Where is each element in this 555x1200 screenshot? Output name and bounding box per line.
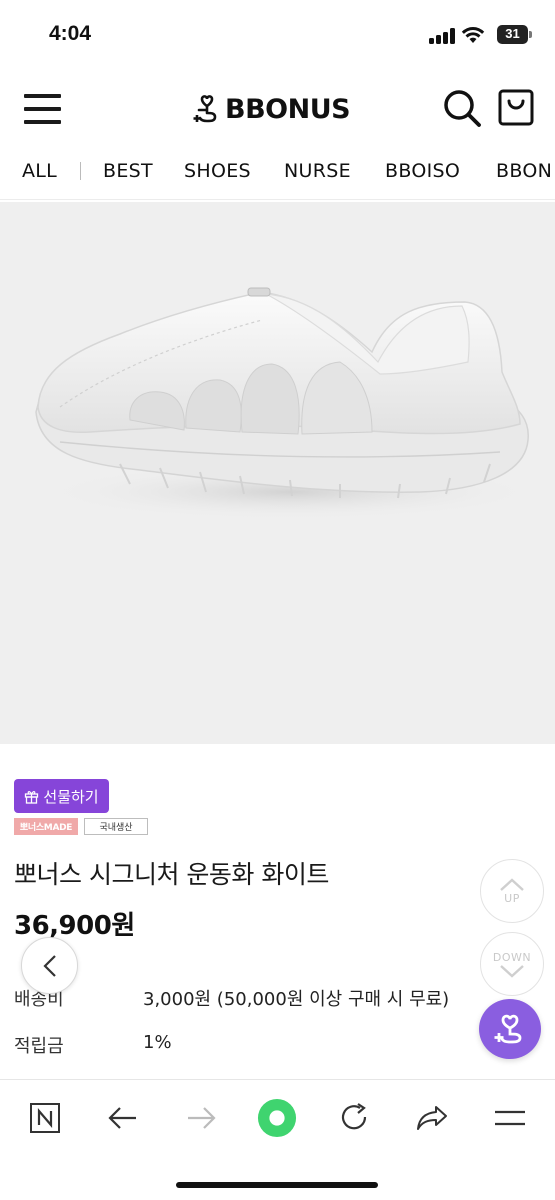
- category-best[interactable]: BEST: [103, 160, 153, 182]
- forward-arrow-icon[interactable]: [181, 1100, 221, 1136]
- hamburger-menu-icon[interactable]: [24, 94, 61, 124]
- share-icon[interactable]: [412, 1100, 452, 1136]
- made-badge: 뽀너스MADE: [14, 818, 78, 835]
- chevron-left-icon: [42, 954, 56, 977]
- scroll-up-label: UP: [504, 891, 520, 905]
- menu-lines-icon[interactable]: [490, 1100, 530, 1136]
- status-bar: 4:04 31: [0, 0, 555, 70]
- chevron-up-icon: [500, 877, 524, 891]
- cellular-signal-icon: [429, 28, 455, 44]
- status-time: 4:04: [49, 22, 92, 45]
- points-value: 1%: [143, 1032, 172, 1053]
- wifi-icon: [461, 27, 485, 43]
- bbonus-heart-plus-icon: [494, 1014, 522, 1044]
- bbonus-logo-mark-icon: [193, 95, 217, 123]
- product-title: 뽀너스 시그니처 운동화 화이트: [14, 860, 329, 889]
- shopping-bag-icon[interactable]: [497, 87, 535, 127]
- naver-icon[interactable]: [25, 1100, 65, 1136]
- category-nav: ALL BEST SHOES NURSE BBOISO BBON: [0, 150, 555, 200]
- bbonus-app-button[interactable]: [479, 999, 541, 1059]
- category-divider: [80, 162, 81, 180]
- product-price: 36,900원: [14, 911, 135, 941]
- home-indicator[interactable]: [176, 1182, 378, 1188]
- points-label: 적립금: [14, 1036, 64, 1057]
- white-sneaker-illustration: [35, 287, 540, 520]
- battery-level: 31: [505, 26, 520, 41]
- floating-back-button[interactable]: [21, 937, 78, 994]
- site-logo[interactable]: BBONUS: [193, 92, 351, 126]
- domestic-badge: 국내생산: [84, 818, 148, 835]
- gift-button[interactable]: 선물하기: [14, 779, 109, 813]
- product-image[interactable]: [0, 202, 555, 744]
- chevron-down-icon: [500, 964, 524, 978]
- scroll-down-button[interactable]: DOWN: [480, 932, 544, 996]
- category-bbon[interactable]: BBON: [496, 160, 552, 182]
- scroll-down-label: DOWN: [492, 950, 532, 964]
- site-header: BBONUS: [0, 70, 555, 150]
- reload-icon[interactable]: [335, 1100, 375, 1136]
- shipping-fee-value: 3,000원 (50,000원 이상 구매 시 무료): [143, 989, 450, 1010]
- search-icon[interactable]: [442, 88, 482, 128]
- logo-text: BBONUS: [225, 93, 351, 125]
- gift-icon: [25, 790, 39, 804]
- back-arrow-icon[interactable]: [103, 1100, 143, 1136]
- scroll-up-button[interactable]: UP: [480, 859, 544, 923]
- green-dot-icon[interactable]: [257, 1098, 297, 1138]
- category-nurse[interactable]: NURSE: [284, 160, 351, 182]
- battery-icon: 31: [497, 25, 532, 44]
- category-bboiso[interactable]: BBOISO: [385, 160, 460, 182]
- category-shoes[interactable]: SHOES: [184, 160, 251, 182]
- category-all[interactable]: ALL: [22, 160, 57, 182]
- gift-button-label: 선물하기: [43, 787, 99, 806]
